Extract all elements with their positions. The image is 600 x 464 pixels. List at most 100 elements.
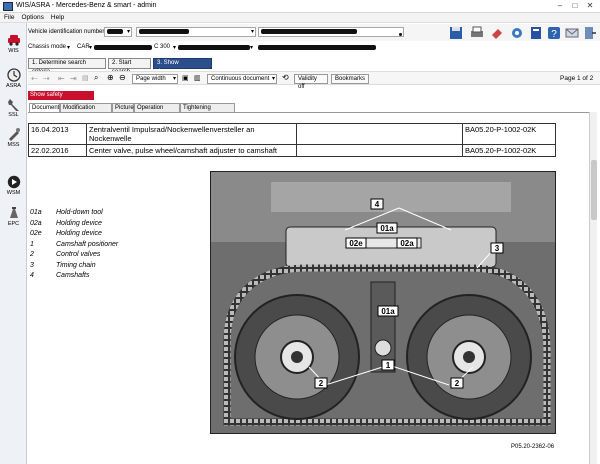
menu-options[interactable]: Options (21, 13, 43, 23)
back-icon[interactable]: ⇠ (31, 74, 38, 83)
description-cell: Zentralventil Impulsrad/Nockenwellenvers… (86, 123, 297, 145)
sidebar: WIS ASRA SSL MSS WSM EPC (0, 23, 27, 464)
masked-engine-code (178, 45, 250, 50)
vin-prefix-select[interactable]: ▾ (104, 27, 132, 37)
sidebar-item-wsm[interactable]: WSM (0, 173, 27, 201)
document-toolbar: ⇠ ⇢ ⇤ ⇥ ▤ ⌕ ⊕ ⊖ Page width ▾ ▣ ▥ Continuo… (28, 71, 600, 90)
figure-label-02e: 02e (349, 239, 363, 248)
tools-icon (8, 128, 20, 141)
wrench-icon (7, 99, 19, 111)
code-cell: BA05.20-P-1002-02K (462, 144, 556, 157)
figure-label-02a: 02a (400, 239, 414, 248)
step-show-documents[interactable]: 3. Show documents (153, 58, 212, 75)
image-icon[interactable]: ▣ (182, 74, 189, 82)
continuous-document-select[interactable]: Continuous document ▾ (207, 74, 277, 84)
vin-label: Vehicle identification number (28, 29, 105, 35)
legend-item: 02e Holding device (30, 230, 102, 237)
vin-details-field[interactable] (258, 27, 404, 37)
sidebar-label-ssl: SSL (8, 112, 19, 118)
description-cell: Center valve, pulse wheel/camshaft adjus… (86, 144, 297, 157)
step-start-search[interactable]: 2. Start search (108, 58, 151, 75)
mail-icon[interactable] (565, 26, 579, 40)
sidebar-label-epc: EPC (7, 221, 20, 227)
vin-number-select[interactable]: ▾ (136, 27, 256, 37)
table-row: 22.02.2016 Center valve, pulse wheel/cam… (28, 144, 556, 157)
masked-model-code (94, 45, 152, 50)
menu-help[interactable]: Help (51, 13, 64, 23)
camshaft-illustration: 4 01a 02e 02a 3 01a 1 2 2 (211, 172, 555, 433)
zoom-out-icon[interactable]: ⊖ (119, 73, 126, 82)
save-icon[interactable] (449, 26, 463, 40)
page-nav-icon[interactable]: ▤ (82, 74, 89, 82)
app-icon (3, 2, 13, 11)
sidebar-label-asra: ASRA (6, 83, 21, 89)
figure-legend: 01a Hold-down tool 02a Holding device 02e H… (30, 209, 118, 283)
zoom-in-icon[interactable]: ⊕ (107, 73, 114, 82)
legend-item: 01a Hold-down tool (30, 209, 103, 216)
zoom-fit-icon[interactable]: ⌕ (94, 73, 98, 83)
model-dropdown-icon[interactable]: ▾ (173, 44, 176, 51)
sidebar-item-wis[interactable]: WIS (0, 31, 27, 59)
first-page-icon[interactable]: ⇤ (58, 74, 65, 83)
exit-icon[interactable] (583, 26, 597, 40)
validity-off-button[interactable]: Validity off (294, 74, 328, 90)
sidebar-item-epc[interactable]: EPC (0, 204, 27, 232)
minimize-button[interactable]: – (553, 1, 567, 11)
svg-text:?: ? (551, 29, 557, 40)
step-determine-search[interactable]: 1. Determine search criteria (28, 58, 106, 75)
legend-item: 4 Camshafts (30, 272, 90, 279)
settings-icon[interactable] (510, 26, 524, 40)
print-icon[interactable] (470, 26, 484, 40)
chassis-bar: Chassis mode ▾ CAR ▾ C 300 ▾ ▾ (28, 42, 600, 53)
sidebar-label-wsm: WSM (6, 190, 21, 196)
menu-bar: File Options Help (0, 13, 600, 23)
play-icon (7, 175, 20, 189)
code-cell: BA05.20-P-1002-02K (462, 123, 556, 145)
figure-label-3: 3 (495, 244, 500, 253)
sidebar-label-wis: WIS (8, 48, 19, 54)
sync-icon[interactable]: ⟲ (282, 73, 289, 82)
figure-label-1: 1 (386, 361, 391, 370)
eraser-icon[interactable] (490, 26, 504, 40)
modification-history-table: 16.04.2013 Zentralventil Impulsrad/Nocke… (28, 123, 556, 157)
legend-item: 3 Timing chain (30, 261, 96, 269)
figure-label-2-right: 2 (455, 379, 460, 388)
car-dropdown-icon[interactable]: ▾ (89, 44, 92, 51)
sidebar-item-asra[interactable]: ASRA (0, 66, 27, 94)
safety-info-button[interactable]: Show safety information (28, 91, 94, 107)
engine-figure[interactable]: 4 01a 02e 02a 3 01a 1 2 2 (210, 171, 556, 434)
figure-label-01a: 01a (380, 224, 394, 233)
last-page-icon[interactable]: ⇥ (70, 74, 77, 83)
empty-cell (296, 144, 463, 157)
help-icon[interactable]: ? (547, 26, 561, 40)
scrollbar-thumb[interactable] (591, 160, 597, 220)
maximize-button[interactable]: □ (568, 1, 582, 11)
parts-icon (9, 207, 18, 218)
figure-label-2-left: 2 (319, 379, 324, 388)
figure-reference: P05.20-2362-06 (511, 444, 555, 450)
page-width-select[interactable]: Page width ▾ (132, 74, 178, 84)
chassis-mode-label: Chassis mode (28, 44, 67, 50)
bookmarks-button[interactable]: Bookmarks (331, 74, 369, 84)
date-cell: 22.02.2016 (28, 144, 87, 157)
workflow-steps: 1. Determine search criteria 2. Start se… (28, 58, 600, 75)
menu-file[interactable]: File (4, 13, 14, 23)
window-title: WIS/ASRA - Mercedes-Benz & smart - admin (16, 2, 157, 9)
sidebar-label-mss: MSS (7, 142, 20, 148)
legend-item: 02a Holding device (30, 219, 102, 227)
clock-icon (6, 68, 21, 82)
sidebar-item-ssl[interactable]: SSL (0, 95, 27, 123)
document-icon[interactable]: ▥ (194, 74, 201, 82)
title-bar: WIS/ASRA - Mercedes-Benz & smart - admin… (0, 0, 600, 13)
model-label: C 300 (154, 44, 171, 50)
close-button[interactable]: ✕ (583, 1, 597, 11)
indicator-dot (399, 33, 402, 36)
book-icon[interactable] (529, 26, 543, 40)
chassis-dropdown-icon[interactable]: ▾ (67, 44, 70, 51)
table-row: 16.04.2013 Zentralventil Impulsrad/Nocke… (28, 123, 556, 145)
engine-dropdown-icon[interactable]: ▾ (250, 44, 253, 51)
vertical-scrollbar[interactable] (589, 112, 597, 464)
sidebar-item-mss[interactable]: MSS (0, 125, 27, 153)
figure-label-01a-mid: 01a (381, 307, 395, 316)
forward-icon[interactable]: ⇢ (43, 74, 50, 83)
